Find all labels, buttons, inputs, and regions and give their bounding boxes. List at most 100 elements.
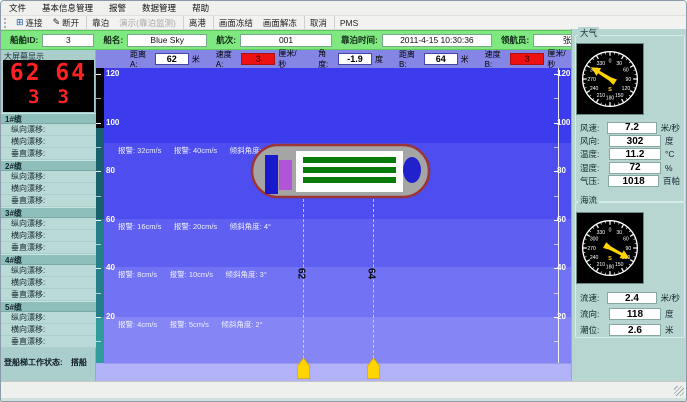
chart-header-unit: 度 bbox=[375, 54, 383, 65]
toolbar-button[interactable]: 离港 bbox=[183, 16, 211, 29]
current-field-unit: 米 bbox=[665, 324, 674, 336]
app-window: 文件基本信息管理报警数据管理帮助 ⊞ 连接 ✎ 断开 靠泊 演示(靠泊监测) 离… bbox=[0, 0, 687, 402]
svg-text:180: 180 bbox=[606, 264, 615, 270]
svg-text:300: 300 bbox=[590, 237, 599, 243]
alarm-threshold-text: 报警: 32cm/s 报警: 40cm/s 倾斜角度: 5° bbox=[118, 145, 271, 156]
toolbar-button[interactable]: 画面冻结 bbox=[213, 16, 258, 29]
alarm-threshold-text: 报警: 8cm/s 报警: 10cm/s 倾斜角度: 3° bbox=[118, 269, 267, 280]
chart-header-bar: 距离A: 62 米 速度A: 3 厘米/秒 角度: -1.9 度 距离B: 64… bbox=[96, 50, 571, 68]
chart-header-field: 速度A: 3 厘米/秒 bbox=[216, 48, 302, 70]
axis-tick bbox=[554, 220, 559, 221]
axis-tick bbox=[96, 74, 101, 75]
cable-group-title: 1#缆 bbox=[1, 113, 96, 124]
svg-text:90: 90 bbox=[626, 77, 632, 83]
cable-drift-label: 垂直漂移: bbox=[1, 148, 96, 160]
resize-grip[interactable] bbox=[674, 386, 684, 396]
ship-info-field: 船舶ID: 3 bbox=[10, 34, 94, 47]
menu-item[interactable]: 数据管理 bbox=[134, 1, 184, 15]
weather-field: 气压: 1018 百帕 bbox=[576, 175, 684, 188]
current-field-value: 2.6 bbox=[609, 324, 661, 336]
toolbar-button[interactable]: 画面解冻 bbox=[258, 16, 302, 29]
menu-item[interactable]: 报警 bbox=[101, 1, 134, 15]
axis-tick bbox=[96, 293, 101, 294]
svg-text:330: 330 bbox=[597, 230, 606, 236]
svg-text:S: S bbox=[608, 87, 612, 93]
ship-info-input[interactable]: 2011-4-15 10:30:36 bbox=[382, 34, 492, 47]
cable-drift-label: 横向漂移: bbox=[1, 277, 96, 289]
chart-header-value: 3 bbox=[241, 53, 275, 65]
y-axis-label: 80 bbox=[106, 166, 115, 175]
weather-field: 风向: 302 度 bbox=[576, 134, 684, 147]
toolbar-button[interactable]: ✎ 断开 bbox=[48, 16, 85, 29]
chart-header-field: 距离B: 64 米 bbox=[399, 49, 469, 69]
ship-info-input[interactable]: Blue Sky bbox=[127, 34, 207, 47]
chart-header-field: 角度: -1.9 度 bbox=[318, 48, 383, 70]
ship-bow-ellipse bbox=[403, 157, 421, 183]
axis-tick bbox=[554, 293, 559, 294]
distance-line-b bbox=[373, 199, 374, 368]
axis-tick bbox=[96, 98, 101, 99]
current-group-title: 海流 bbox=[578, 194, 599, 206]
chart-header-unit: 米 bbox=[192, 54, 200, 65]
chart-header-value: 62 bbox=[155, 53, 189, 65]
menu-item[interactable]: 帮助 bbox=[184, 1, 217, 15]
menu-item[interactable]: 文件 bbox=[1, 1, 34, 15]
cable-group-title: 5#缆 bbox=[1, 301, 96, 312]
cable-drift-label: 纵向漂移: bbox=[1, 124, 96, 136]
toolbar-button[interactable]: 演示(靠泊监测) bbox=[114, 16, 181, 29]
current-field-label: 潮位: bbox=[580, 324, 609, 336]
toolbar-button[interactable]: PMS bbox=[334, 16, 363, 29]
ship-info-field: 船名: Blue Sky bbox=[103, 34, 207, 47]
axis-tick bbox=[554, 98, 559, 99]
svg-text:240: 240 bbox=[590, 86, 599, 92]
left-sidebar: 大屏幕显示 62 64 3 3 1#缆 纵向漂移: 横向漂移: 垂直漂移: 2#… bbox=[1, 50, 96, 381]
chart-header-value: 3 bbox=[510, 53, 544, 65]
chart-header-label: 距离B: bbox=[399, 49, 420, 69]
cable-group: 4#缆 纵向漂移: 横向漂移: 垂直漂移: bbox=[1, 254, 96, 301]
toolbar-button-label: 离港 bbox=[189, 17, 206, 29]
weather-field: 湿度: 72 % bbox=[576, 161, 684, 174]
led-distance-b: 64 bbox=[55, 60, 87, 86]
distance-line-a bbox=[303, 199, 304, 368]
axis-tick bbox=[554, 74, 559, 75]
cable-drift-label: 纵向漂移: bbox=[1, 312, 96, 324]
speed-band: 报警: 4cm/s 报警: 5cm/s 倾斜角度: 2° bbox=[96, 317, 571, 363]
berth-strip bbox=[96, 363, 571, 381]
svg-text:30: 30 bbox=[616, 61, 622, 67]
ship-info-bar: 船舶ID: 3 船名: Blue Sky 航次: 001 靠泊时间: 2011-… bbox=[1, 30, 571, 50]
svg-text:270: 270 bbox=[587, 246, 596, 252]
axis-tick bbox=[554, 268, 559, 269]
ship-graphic bbox=[250, 142, 431, 200]
gangway-status-value: 搭船 bbox=[71, 358, 87, 367]
cable-drift-label: 横向漂移: bbox=[1, 324, 96, 336]
chart-header-unit: 米 bbox=[461, 54, 469, 65]
current-field: 潮位: 2.6 米 bbox=[576, 322, 684, 338]
ship-info-input[interactable]: 3 bbox=[42, 34, 94, 47]
led-speed-b: 3 bbox=[58, 86, 69, 108]
current-field: 流速: 2.4 米/秒 bbox=[576, 290, 684, 306]
toolbar-drag-handle[interactable] bbox=[4, 18, 7, 28]
left-scale-strip bbox=[96, 68, 104, 381]
toolbar-button[interactable]: ⊞ 连接 bbox=[11, 16, 48, 29]
speed-band bbox=[96, 68, 571, 143]
toolbar-button[interactable]: 靠泊 bbox=[86, 16, 114, 29]
chart-header-value: -1.9 bbox=[338, 53, 372, 65]
axis-tick bbox=[96, 220, 101, 221]
menu-item[interactable]: 基本信息管理 bbox=[34, 1, 101, 15]
toolbar-button-label: 靠泊 bbox=[92, 17, 109, 29]
gangway-status-label: 登船梯工作状态: bbox=[4, 358, 63, 367]
cable-group: 1#缆 纵向漂移: 横向漂移: 垂直漂移: bbox=[1, 113, 96, 160]
cable-group: 3#缆 纵向漂移: 横向漂移: 垂直漂移: bbox=[1, 207, 96, 254]
chart-header-label: 速度A: bbox=[216, 49, 237, 69]
berth-marker-a bbox=[297, 358, 310, 379]
ship-info-input[interactable]: 001 bbox=[240, 34, 332, 47]
chart-header-field: 距离A: 62 米 bbox=[130, 49, 200, 69]
toolbar-button[interactable]: 取消 bbox=[304, 16, 332, 29]
wind-direction-gauge: 0306090120150180210240270300330S bbox=[576, 43, 644, 115]
current-direction-gauge: 0306090120150180210240270300330S bbox=[576, 212, 644, 284]
chart-header-unit: 厘米/秒 bbox=[278, 48, 302, 70]
weather-field-unit: 百帕 bbox=[663, 175, 680, 187]
led-distance-a: 62 bbox=[10, 60, 42, 86]
deck-stripe bbox=[303, 157, 396, 163]
environment-panel: 大气 0306090120150180210240270300330S 风速: … bbox=[571, 29, 687, 381]
